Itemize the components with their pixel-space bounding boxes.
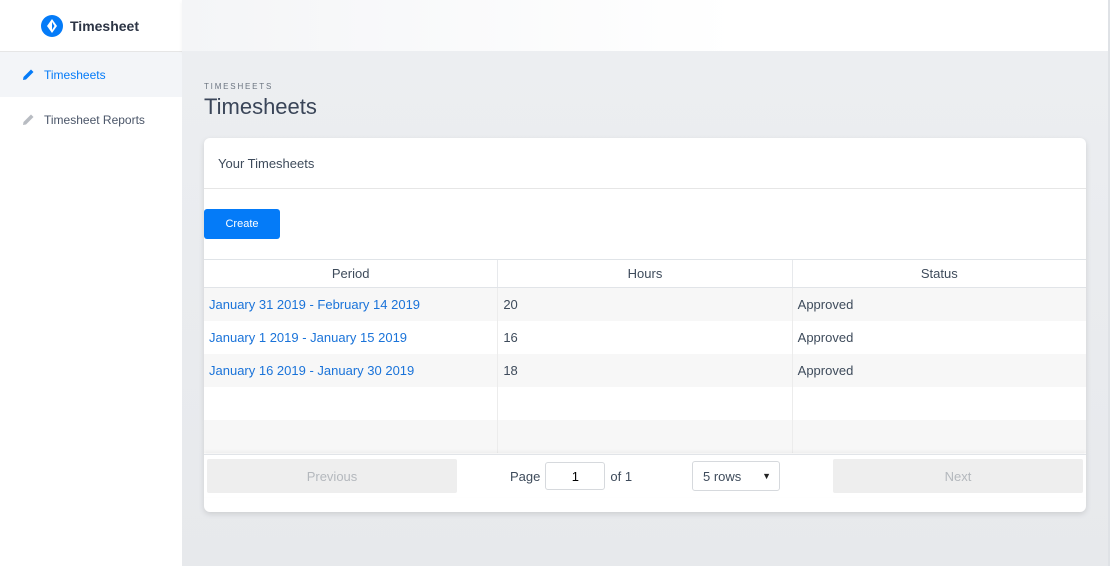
column-header-status[interactable]: Status xyxy=(793,260,1086,287)
main-content: TIMESHEETS Timesheets Your Timesheets Cr… xyxy=(182,51,1108,566)
pencil-icon xyxy=(22,113,36,127)
top-bar xyxy=(182,0,1108,51)
rows-per-page-select[interactable]: 5 rows ▼ xyxy=(692,461,781,491)
hours-cell: 16 xyxy=(498,321,793,354)
timesheets-table: Period Hours Status January 31 2019 - Fe… xyxy=(204,259,1086,453)
table-row: January 1 2019 - January 15 2019 16 Appr… xyxy=(204,321,1086,354)
hours-cell: 20 xyxy=(498,288,793,321)
logo-icon xyxy=(41,14,63,37)
table-row: January 16 2019 - January 30 2019 18 App… xyxy=(204,354,1086,387)
sidebar-item-timesheet-reports[interactable]: Timesheet Reports xyxy=(0,97,182,142)
period-link[interactable]: January 1 2019 - January 15 2019 xyxy=(204,321,499,354)
sidebar: Timesheet Timesheets Timesheet Reports xyxy=(0,0,182,566)
page-number-input[interactable] xyxy=(545,462,606,490)
create-button[interactable]: Create xyxy=(204,209,280,239)
table-header: Period Hours Status xyxy=(204,260,1086,288)
pagination-center: Page of 1 5 rows ▼ xyxy=(460,461,830,491)
page-title: Timesheets xyxy=(204,94,317,119)
timesheets-card: Your Timesheets Create Period Hours Stat… xyxy=(204,138,1086,512)
page-total: of 1 xyxy=(610,468,633,484)
status-cell: Approved xyxy=(797,297,854,312)
sidebar-item-timesheets[interactable]: Timesheets xyxy=(0,52,182,97)
breadcrumb: TIMESHEETS xyxy=(204,82,274,91)
period-link[interactable]: January 31 2019 - February 14 2019 xyxy=(204,288,499,321)
table-row-empty xyxy=(204,387,1086,420)
table-row: January 31 2019 - February 14 2019 20 Ap… xyxy=(204,288,1086,321)
hours-cell: 18 xyxy=(498,354,793,387)
page-info: Page of 1 xyxy=(510,462,632,490)
table-row-empty xyxy=(204,420,1086,453)
pencil-icon xyxy=(22,68,36,82)
previous-button[interactable]: Previous xyxy=(207,459,457,493)
sidebar-item-label: Timesheet Reports xyxy=(44,112,145,127)
pagination: Previous Page of 1 5 rows ▼ Next xyxy=(204,454,1086,497)
column-header-period[interactable]: Period xyxy=(204,260,499,287)
period-link[interactable]: January 16 2019 - January 30 2019 xyxy=(204,354,499,387)
status-cell: Approved xyxy=(797,363,854,378)
brand-name: Timesheet xyxy=(70,17,139,34)
rows-select-value: 5 rows xyxy=(703,468,742,484)
page-label: Page xyxy=(509,468,541,484)
caret-down-icon: ▼ xyxy=(762,471,772,481)
brand[interactable]: Timesheet xyxy=(0,0,182,52)
status-cell: Approved xyxy=(797,330,854,345)
next-button[interactable]: Next xyxy=(833,459,1083,493)
card-title: Your Timesheets xyxy=(204,138,1086,189)
column-header-hours[interactable]: Hours xyxy=(498,260,793,287)
sidebar-item-label: Timesheets xyxy=(44,67,106,82)
